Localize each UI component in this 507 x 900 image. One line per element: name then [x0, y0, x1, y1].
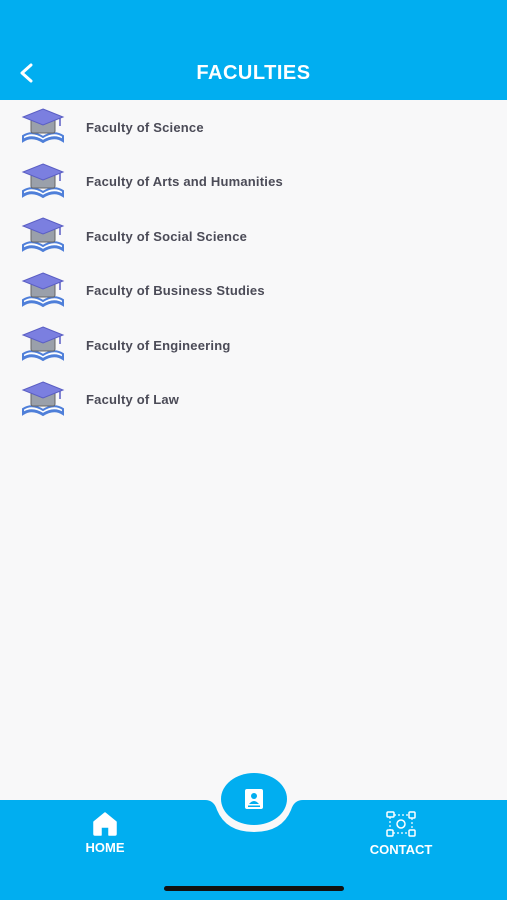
page-title: FACULTIES — [196, 62, 311, 84]
graduation-book-icon — [21, 108, 65, 144]
nav-contact-label: CONTACT — [369, 842, 433, 857]
faculty-item-social-science[interactable]: Faculty of Social Science — [0, 209, 507, 264]
graduation-book-icon — [21, 272, 65, 307]
home-icon — [93, 812, 117, 836]
nav-home-label: HOME — [85, 840, 125, 855]
faculty-label: Faculty of Law — [86, 392, 180, 408]
app-header: FACULTIES — [0, 0, 507, 100]
center-fab-button[interactable] — [221, 773, 287, 825]
graduation-book-icon — [21, 163, 65, 198]
faculty-item-arts[interactable]: Faculty of Arts and Humanities — [0, 155, 507, 210]
faculty-item-law[interactable]: Faculty of Law — [0, 373, 507, 428]
home-indicator — [164, 886, 344, 891]
nav-home[interactable]: HOME — [45, 810, 165, 855]
faculty-label: Faculty of Science — [86, 119, 204, 135]
faculty-label: Faculty of Business Studies — [86, 283, 265, 299]
faculty-item-business[interactable]: Faculty of Business Studies — [0, 264, 507, 319]
graduation-book-icon — [21, 217, 65, 253]
nav-contact[interactable]: CONTACT — [341, 810, 461, 857]
graduation-book-icon — [21, 381, 65, 416]
graduation-book-icon — [21, 326, 65, 362]
faculty-list: Faculty of Science Faculty of Arts and H… — [0, 100, 507, 427]
faculty-item-science[interactable]: Faculty of Science — [0, 100, 507, 155]
faculty-item-engineering[interactable]: Faculty of Engineering — [0, 318, 507, 373]
contact-book-icon — [245, 789, 263, 809]
network-icon — [386, 811, 416, 837]
faculty-label: Faculty of Engineering — [86, 337, 231, 353]
faculty-label: Faculty of Social Science — [86, 228, 248, 244]
faculty-label: Faculty of Arts and Humanities — [86, 174, 283, 190]
